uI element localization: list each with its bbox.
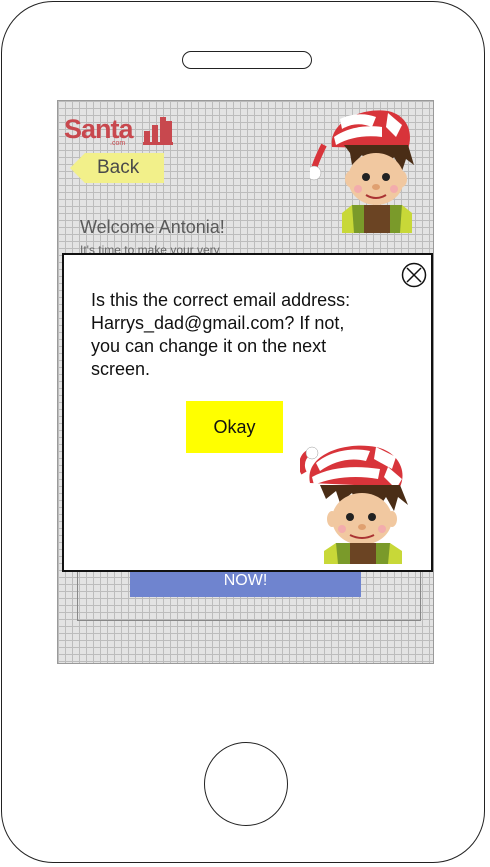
- dialog-message-line: Harrys_dad@gmail.com? If not,: [91, 313, 345, 333]
- back-button-label: Back: [97, 157, 140, 178]
- elf-illustration: [310, 110, 414, 233]
- close-icon[interactable]: [401, 262, 427, 288]
- dialog-message-line: you can change it on the next: [91, 336, 327, 356]
- dialog-message-line: screen.: [91, 359, 151, 379]
- logo-suffix: .com: [110, 140, 126, 147]
- confirm-email-dialog: Is this the correct email address: Harry…: [62, 253, 433, 572]
- okay-button[interactable]: Okay: [186, 401, 283, 453]
- phone-speaker: [182, 51, 312, 69]
- home-button[interactable]: [204, 742, 288, 826]
- elf-illustration: [300, 445, 408, 564]
- logo-bars-icon: [143, 117, 173, 145]
- dialog-message: Is this the correct email address: Harry…: [91, 289, 419, 381]
- back-button[interactable]: Back: [70, 153, 164, 183]
- dialog-message-line: Is this the correct email address:: [91, 290, 351, 310]
- welcome-heading: Welcome Antonia!: [80, 217, 225, 237]
